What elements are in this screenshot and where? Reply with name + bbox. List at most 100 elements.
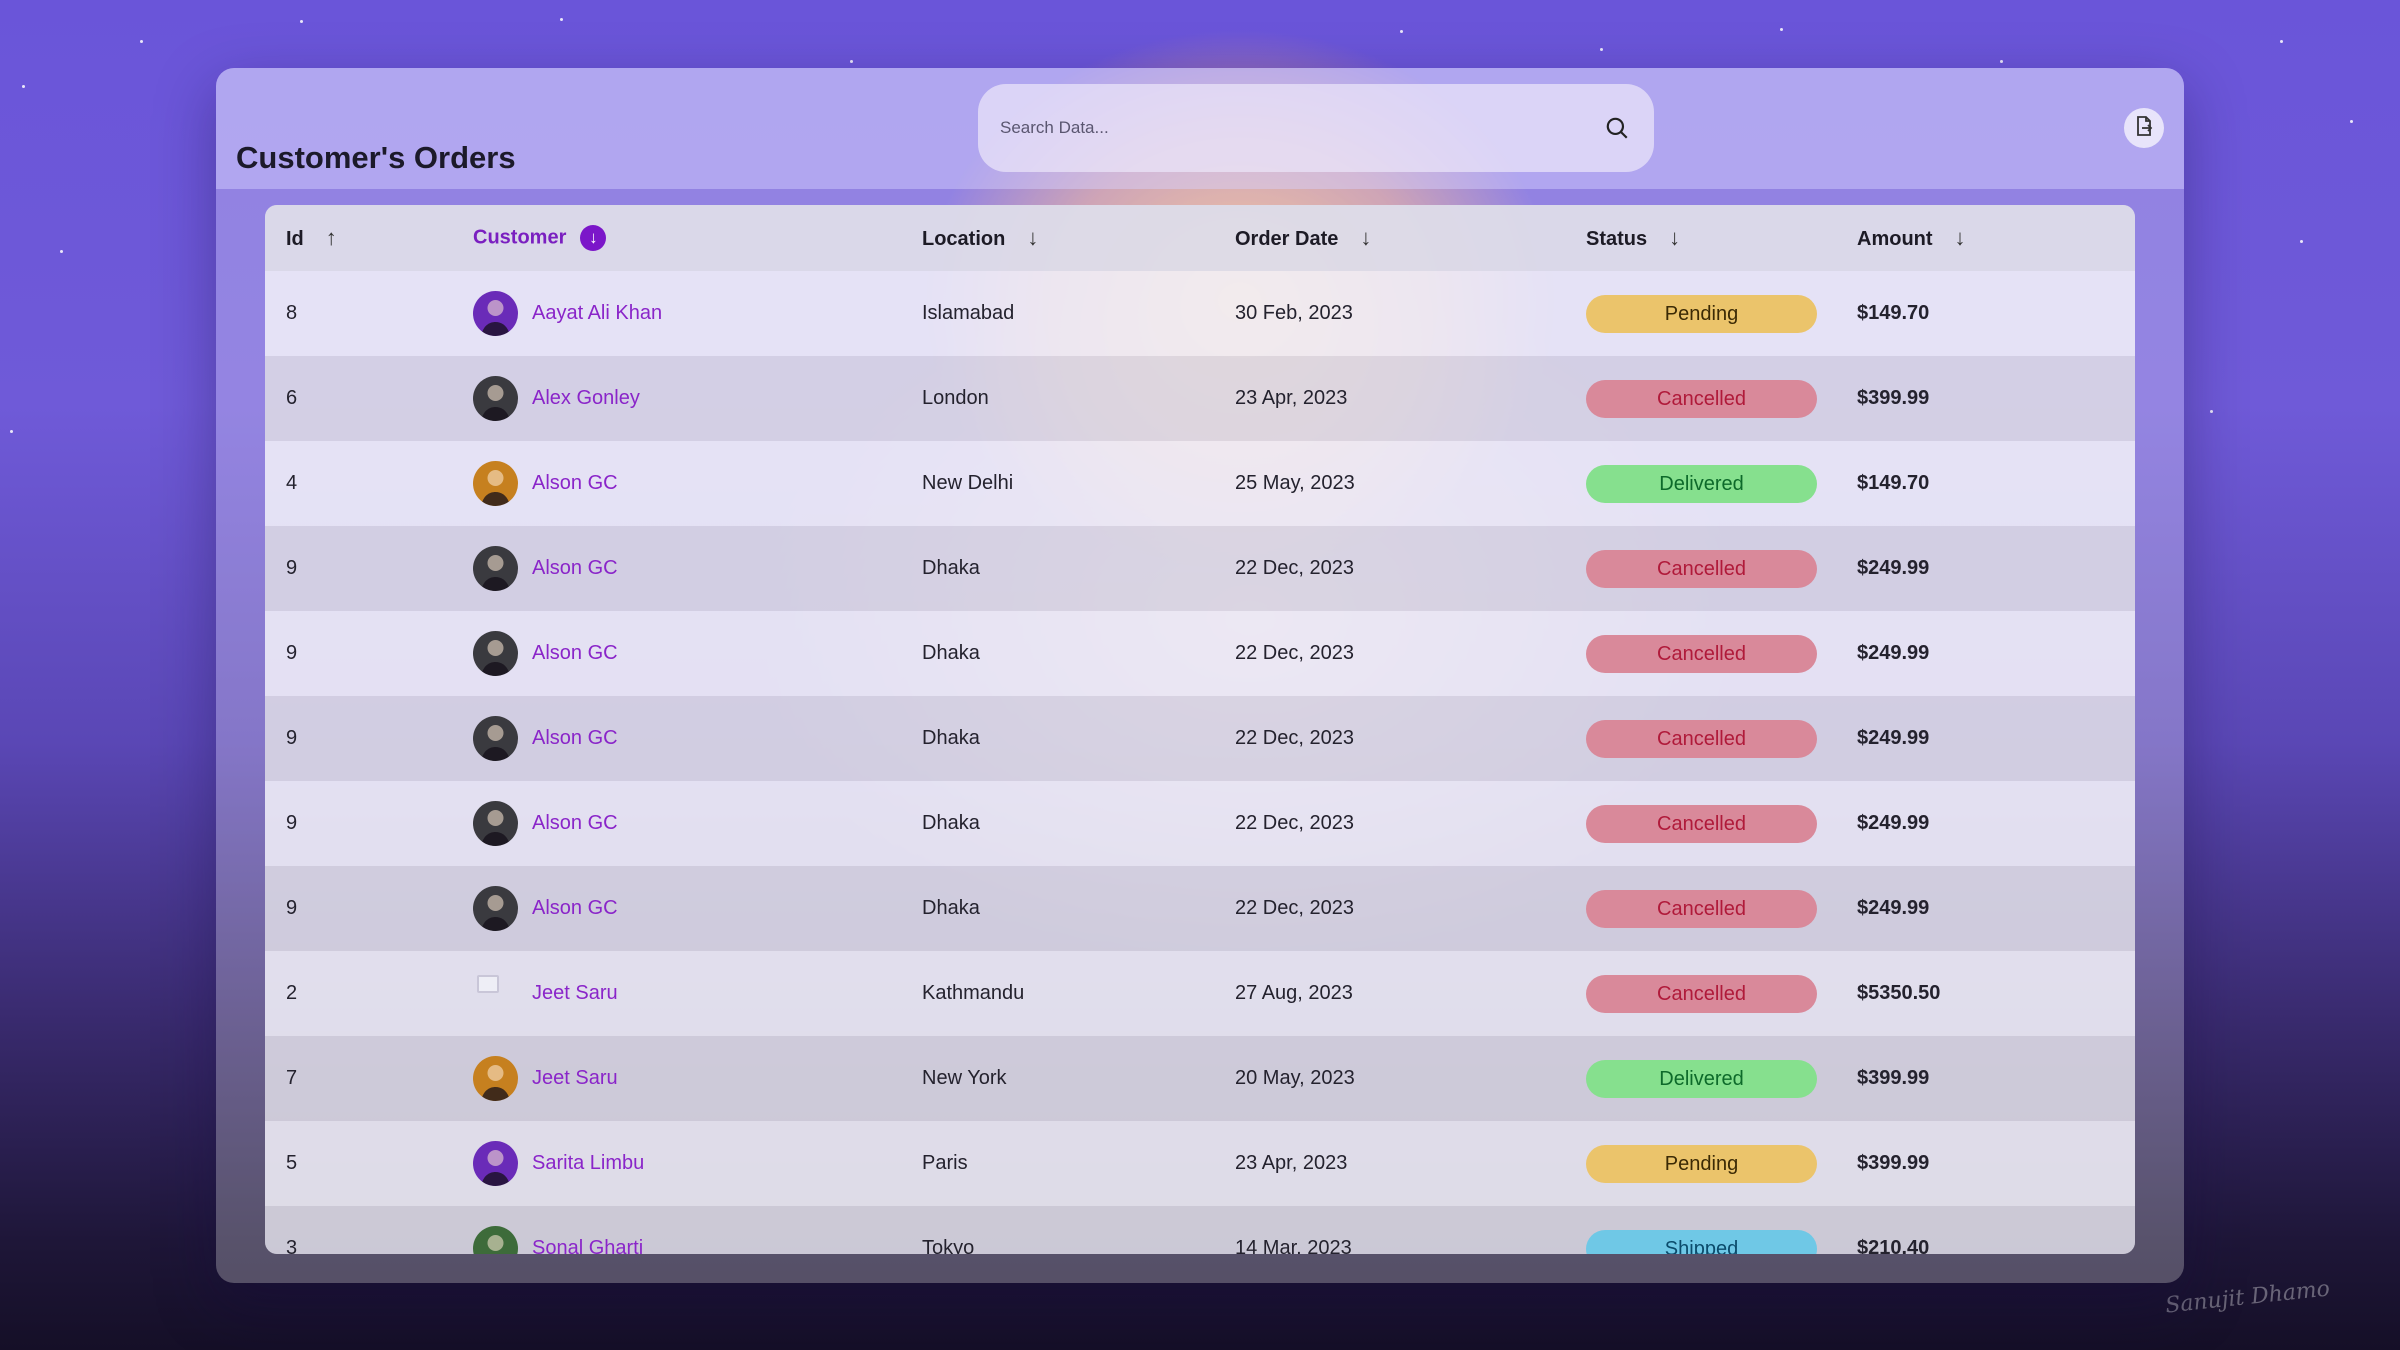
cell-customer: Alson GC	[452, 866, 901, 951]
cell-customer: Aayat Ali Khan	[452, 271, 901, 356]
table-row[interactable]: 4 Alson GC New Delhi 25 May, 2023 Delivered $…	[265, 441, 2135, 526]
artist-signature: Sanujit Dhamo	[2163, 1276, 2331, 1319]
column-header-order-date[interactable]: Order Date ↓	[1214, 205, 1565, 271]
column-header-status[interactable]: Status ↓	[1565, 205, 1836, 271]
status-badge: Cancelled	[1586, 974, 1817, 1013]
customer-name-link[interactable]: Alson GC	[532, 472, 618, 495]
customer-name-link[interactable]: Alson GC	[532, 897, 618, 920]
avatar	[473, 376, 518, 421]
search-icon[interactable]	[1602, 113, 1632, 143]
customer-name-link[interactable]: Jeet Saru	[532, 982, 618, 1005]
avatar	[473, 716, 518, 761]
cell-status: Cancelled	[1565, 356, 1836, 441]
table-row[interactable]: 9 Alson GC Dhaka 22 Dec, 2023 Cancelled $249.…	[265, 696, 2135, 781]
cell-amount: $399.99	[1857, 387, 1930, 409]
customer-name-link[interactable]: Aayat Ali Khan	[532, 302, 662, 325]
column-header-customer[interactable]: Customer ↓	[452, 205, 901, 271]
sort-desc-icon[interactable]: ↓	[1955, 225, 1966, 251]
column-header-label: Status	[1586, 228, 1648, 250]
column-header-id[interactable]: Id ↑	[265, 205, 452, 271]
cell-status: Cancelled	[1565, 781, 1836, 866]
customer-name-link[interactable]: Sonal Gharti	[532, 1237, 643, 1254]
cell-order-date: 22 Dec, 2023	[1235, 642, 1354, 664]
table-row[interactable]: 8 Aayat Ali Khan Islamabad 30 Feb, 2023 Pend…	[265, 271, 2135, 356]
table-row[interactable]: 9 Alson GC Dhaka 22 Dec, 2023 Cancelled $249.…	[265, 781, 2135, 866]
cell-order-date: 25 May, 2023	[1235, 472, 1355, 494]
cell-customer: Sarita Limbu	[452, 1121, 901, 1206]
table-row[interactable]: 3 Sonal Gharti Tokyo 14 Mar, 2023 Shipped $21…	[265, 1206, 2135, 1254]
column-header-label: Amount	[1857, 228, 1933, 250]
customer-info: Alex Gonley	[473, 376, 901, 421]
cell-status: Delivered	[1565, 441, 1836, 526]
status-badge: Delivered	[1586, 1059, 1817, 1098]
cell-location: Dhaka	[922, 642, 980, 664]
status-badge: Cancelled	[1586, 549, 1817, 588]
cell-amount: $249.99	[1857, 727, 1930, 749]
avatar	[473, 631, 518, 676]
export-button[interactable]	[2124, 108, 2164, 148]
avatar	[473, 1141, 518, 1186]
cell-status: Delivered	[1565, 1036, 1836, 1121]
customer-name-link[interactable]: Sarita Limbu	[532, 1152, 644, 1175]
sort-desc-icon[interactable]: ↓	[1027, 225, 1038, 251]
cell-status: Pending	[1565, 271, 1836, 356]
cell-order-date: 22 Dec, 2023	[1235, 557, 1354, 579]
search-input[interactable]	[1000, 118, 1602, 138]
cell-customer: Alex Gonley	[452, 356, 901, 441]
column-header-amount[interactable]: Amount ↓	[1836, 205, 2135, 271]
cell-location: New Delhi	[922, 472, 1014, 494]
sort-desc-icon[interactable]: ↓	[1669, 225, 1680, 251]
cell-amount: $210.40	[1857, 1237, 1930, 1254]
column-header-label: Order Date	[1235, 228, 1339, 250]
cell-order-date: 23 Apr, 2023	[1235, 1152, 1348, 1174]
customer-name-link[interactable]: Alson GC	[532, 557, 618, 580]
cell-order-date: 22 Dec, 2023	[1235, 727, 1354, 749]
cell-status: Pending	[1565, 1121, 1836, 1206]
avatar	[473, 291, 518, 336]
cell-id: 4	[286, 472, 298, 494]
customer-name-link[interactable]: Jeet Saru	[532, 1067, 618, 1090]
status-badge: Cancelled	[1586, 634, 1817, 673]
cell-status: Cancelled	[1565, 696, 1836, 781]
avatar	[473, 1056, 518, 1101]
sort-desc-active-icon[interactable]: ↓	[580, 225, 607, 251]
cell-customer: Alson GC	[452, 696, 901, 781]
sort-asc-icon[interactable]: ↑	[326, 225, 337, 251]
cell-location: Dhaka	[922, 897, 980, 919]
column-header-location[interactable]: Location ↓	[901, 205, 1214, 271]
cell-amount: $5350.50	[1857, 982, 1941, 1004]
table-header-row: Id ↑ Customer ↓ Location ↓ Order Date ↓ Status ↓ A…	[265, 205, 2135, 271]
table-row[interactable]: 6 Alex Gonley London 23 Apr, 2023 Cancelled $…	[265, 356, 2135, 441]
table-row[interactable]: 2 Jeet Saru Kathmandu 27 Aug, 2023 Cancelled…	[265, 951, 2135, 1036]
cell-amount: $249.99	[1857, 812, 1930, 834]
customer-name-link[interactable]: Alex Gonley	[532, 387, 640, 410]
cell-customer: Jeet Saru	[452, 951, 901, 1036]
column-header-label: Customer	[473, 226, 567, 249]
customer-info: Aayat Ali Khan	[473, 291, 901, 336]
table-row[interactable]: 5 Sarita Limbu Paris 23 Apr, 2023 Pending $39…	[265, 1121, 2135, 1206]
status-badge: Cancelled	[1586, 804, 1817, 843]
cell-amount: $399.99	[1857, 1152, 1930, 1174]
customer-info: Alson GC	[473, 546, 901, 591]
cell-order-date: 14 Mar, 2023	[1235, 1237, 1352, 1254]
table-row[interactable]: 7 Jeet Saru New York 20 May, 2023 Delivered $…	[265, 1036, 2135, 1121]
customer-name-link[interactable]: Alson GC	[532, 727, 618, 750]
sort-desc-icon[interactable]: ↓	[1360, 225, 1371, 251]
table-row[interactable]: 9 Alson GC Dhaka 22 Dec, 2023 Cancelled $249.…	[265, 611, 2135, 696]
cell-customer: Sonal Gharti	[452, 1206, 901, 1254]
status-badge: Pending	[1586, 294, 1817, 333]
status-badge: Delivered	[1586, 464, 1817, 503]
customer-name-link[interactable]: Alson GC	[532, 812, 618, 835]
cell-amount: $149.70	[1857, 302, 1930, 324]
cell-location: Dhaka	[922, 727, 980, 749]
cell-id: 9	[286, 557, 298, 579]
table-row[interactable]: 9 Alson GC Dhaka 22 Dec, 2023 Cancelled $249.…	[265, 866, 2135, 951]
orders-panel: Customer's Orders Id↑Cu	[216, 68, 2184, 1283]
cell-location: Tokyo	[922, 1237, 975, 1254]
customer-name-link[interactable]: Alson GC	[532, 642, 618, 665]
cell-location: Islamabad	[922, 302, 1015, 324]
orders-table-container: Id ↑ Customer ↓ Location ↓ Order Date ↓ Status ↓ A…	[265, 205, 2135, 1254]
table-row[interactable]: 9 Alson GC Dhaka 22 Dec, 2023 Cancelled $249.…	[265, 526, 2135, 611]
cell-id: 9	[286, 897, 298, 919]
cell-id: 6	[286, 387, 298, 409]
